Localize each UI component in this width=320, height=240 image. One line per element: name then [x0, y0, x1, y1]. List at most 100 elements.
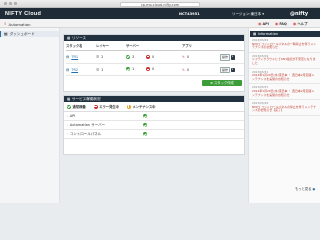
- layer-icon: ☰: [96, 67, 100, 72]
- faq-icon: ◉: [274, 21, 279, 26]
- layer-icon: ☰: [96, 55, 100, 60]
- search-icon: ⌕: [4, 22, 7, 27]
- col-ops: [220, 41, 244, 51]
- resources-icon: ▦: [67, 36, 71, 40]
- layer-cell: ☰ 1: [96, 63, 126, 77]
- legend-ok: 通常稼働: [67, 104, 86, 109]
- service-row-control-panel[interactable]: › コントロールパネル: [64, 130, 244, 139]
- server-ok-count: 3: [132, 54, 135, 59]
- minimize-window-icon[interactable]: [9, 2, 12, 5]
- news-title[interactable]: NIQロ コントロールパネルの一時停止を伴うメンテナンスのお知らせ: [252, 42, 317, 50]
- news-item[interactable]: 2013/05/29 ニフティクラウドにてSSH接続が不安定になりました: [249, 53, 320, 69]
- resources-title: リソース: [71, 36, 87, 40]
- maximize-window-icon[interactable]: [14, 2, 17, 5]
- server-ok-cell: 1: [126, 63, 146, 77]
- stack-link[interactable]: TR2: [71, 68, 78, 72]
- app-cell: ✎ 0: [182, 50, 220, 64]
- col-server-err: [146, 41, 182, 51]
- api-link[interactable]: ◉ API: [258, 21, 269, 26]
- maintenance-icon: [126, 104, 131, 109]
- ok-icon: [67, 104, 71, 109]
- app-count: 0: [186, 67, 190, 72]
- create-stack-label: スタック作成: [214, 81, 234, 85]
- service-search-label: Automation: [8, 21, 31, 27]
- service-bar: ⌕ Automation ◉ API ◉ FAQ ◉ ヘルプ: [0, 19, 320, 28]
- col-layer: レイヤー: [96, 41, 126, 51]
- account-id[interactable]: NCT43951: [179, 12, 200, 16]
- chevron-down-icon[interactable]: ▾: [230, 55, 235, 60]
- legend-ok-label: 通常稼働: [72, 105, 86, 109]
- app-icon: ✎: [182, 55, 185, 60]
- legend-maintenance: メンテナンス中: [126, 104, 156, 109]
- table-row: ▤ TR1 ☰ 2 3 0 ✎ 0 操作 ▾: [66, 50, 244, 64]
- ok-icon: [143, 114, 147, 118]
- close-window-icon[interactable]: [4, 2, 7, 5]
- api-link-label: API: [262, 21, 269, 26]
- window-controls[interactable]: [4, 2, 17, 5]
- legend-maintenance-label: メンテナンス中: [132, 105, 156, 109]
- operation-button[interactable]: 操作: [220, 66, 231, 74]
- service-status-title: サービス稼働状況: [71, 97, 101, 101]
- service-status-icon: ▦: [67, 97, 71, 101]
- more-link-label: もっと見る: [295, 187, 312, 191]
- information-title: Information: [257, 32, 279, 36]
- more-link[interactable]: もっと見る ●: [295, 186, 315, 192]
- chevron-right-icon: ›: [67, 132, 69, 136]
- address-bar[interactable]: cp.mo.cloud.nifty.com: [120, 1, 200, 7]
- user-menu[interactable]: @nifty: [290, 11, 308, 17]
- info-icon: ▦: [253, 32, 257, 36]
- sidebar-item-dashboard[interactable]: ▦ ダッシュボード: [0, 31, 59, 37]
- table-row: ▤ TR2 ☰ 1 1 0 ✎ 0 操作 ▾: [66, 63, 244, 77]
- dashboard-icon: ▦: [4, 31, 8, 36]
- tool-links: ◉ API ◉ FAQ ◉ ヘルプ: [258, 21, 307, 26]
- app-count: 0: [186, 55, 190, 60]
- ok-icon: [143, 132, 147, 136]
- layer-count: 1: [101, 67, 104, 72]
- server-ok-cell: 3: [126, 50, 146, 64]
- help-link[interactable]: ◉ ヘルプ: [293, 21, 308, 26]
- browser-titlebar: cp.mo.cloud.nifty.com: [0, 0, 320, 8]
- help-link-label: ヘルプ: [297, 22, 308, 26]
- error-icon: [146, 67, 150, 72]
- service-search[interactable]: ⌕ Automation: [4, 21, 31, 28]
- news-title[interactable]: NIQロ コントロールパネルの停止を伴うメンテナンスのお知らせ【完了】: [252, 105, 317, 113]
- information-panel: ▦ Information 2013/05/29 NIQロ コントロールパネルの…: [248, 28, 320, 203]
- news-title[interactable]: 2014年1月29日(水)東日本 ・ 西日本2月定期メンテナンスを実施のお知らせ: [252, 73, 317, 81]
- chevron-right-icon: ›: [67, 123, 69, 127]
- news-item[interactable]: 2013/05/29 NIQロ コントロールパネルの一時停止を伴うメンテナンスの…: [249, 37, 320, 53]
- news-title[interactable]: 2014年1月29日(水)東日本 ・ 西日本2月定期メンテナンスを実施のお知らせ: [252, 89, 317, 97]
- ops-cell: 操作 ▾: [220, 50, 244, 64]
- region-selector[interactable]: リージョン:東日本 ▾: [232, 12, 264, 17]
- plus-icon: ⊕: [210, 81, 213, 85]
- news-item[interactable]: 2013/05/29 NIQロ コントロールパネルの停止を伴うメンテナンスのお知…: [249, 100, 320, 116]
- service-name: コントロールパネル: [69, 131, 102, 136]
- news-title[interactable]: ニフティクラウドにてSSH接続が不安定になりました: [252, 58, 317, 65]
- news-item[interactable]: 2013/05/31 2014年1月29日(水)東日本 ・ 西日本2月定期メンテ…: [249, 84, 320, 101]
- legend-error-label: エラー発生中: [99, 105, 119, 109]
- nifty-cloud-logo[interactable]: NIFTY Cloud: [5, 11, 41, 17]
- stack-link[interactable]: TR1: [71, 55, 78, 59]
- col-app: アプリ: [182, 41, 220, 51]
- resources-panel: ▦ リソース スタック名 レイヤー サーバー アプリ ▤ TR1 ☰ 2 3 0…: [63, 34, 245, 92]
- service-status-panel: ▦ サービス稼働状況 通常稼働 エラー発生中 メンテナンス中 › API › A…: [63, 95, 245, 155]
- app-icon: ✎: [182, 67, 185, 72]
- faq-link[interactable]: ◉ FAQ: [275, 21, 287, 26]
- service-row-api[interactable]: › API: [64, 112, 244, 121]
- news-item[interactable]: 2013/05/31 2014年1月29日(水)東日本 ・ 西日本2月定期メンテ…: [249, 69, 320, 85]
- service-row-automation[interactable]: › Automation サーバー: [64, 121, 244, 130]
- stack-icon: ▤: [66, 67, 70, 72]
- layer-cell: ☰ 2: [96, 50, 126, 64]
- server-err-cell: 0: [146, 50, 182, 64]
- ops-cell: 操作 ▾: [220, 63, 244, 77]
- legend-error: エラー発生中: [93, 104, 119, 109]
- error-icon: [93, 104, 98, 109]
- col-stack: スタック名: [66, 41, 96, 51]
- layer-count: 2: [101, 55, 104, 60]
- help-icon: ◉: [292, 21, 297, 26]
- create-stack-button[interactable]: ⊕ スタック作成: [202, 80, 242, 86]
- user-label: @nifty: [290, 10, 309, 17]
- operation-button[interactable]: 操作: [220, 54, 231, 61]
- chevron-down-icon[interactable]: ▾: [230, 67, 235, 73]
- service-name: Automation サーバー: [69, 122, 106, 127]
- server-err-count: 0: [152, 67, 155, 72]
